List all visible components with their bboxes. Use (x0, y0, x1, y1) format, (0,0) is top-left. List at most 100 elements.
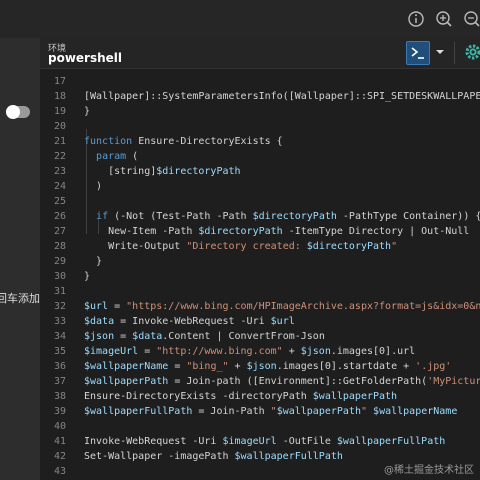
code-line: 39 $wallpaperFullPath = Join-Path "$wallp… (40, 404, 480, 419)
line-text: Set-Wallpaper -imagePath $wallpaperFullP… (84, 449, 343, 464)
code-token: param (96, 151, 127, 162)
code-token: $url (84, 301, 109, 312)
code-line: 35 $imageUrl = "http://www.bing.com" + $j… (40, 344, 480, 359)
line-text: if (-Not (Test-Path -Path $directoryPath… (84, 209, 480, 224)
code-line: 29 } (40, 254, 480, 269)
line-text: $wallpaperPath = Join-path ([Environment… (84, 374, 480, 389)
line-text: $imageUrl = "http://www.bing.com" + $jso… (84, 344, 415, 359)
code-line: 31 (40, 284, 480, 299)
code-line: 23 [string]$directoryPath (40, 164, 480, 179)
line-number: 42 (53, 451, 66, 462)
header-divider (454, 42, 455, 64)
line-number: 32 (53, 301, 66, 312)
code-line: 21 function Ensure-DirectoryExists { (40, 134, 480, 149)
line-text: [Wallpaper]::SystemParametersInfo([Wallp… (84, 89, 480, 104)
line-text: } (84, 269, 90, 284)
line-number: 37 (53, 376, 66, 387)
line-text: $wallpaperFullPath = Join-Path "$wallpap… (84, 404, 457, 419)
code-token: .Content | ConvertFrom-Json (162, 331, 325, 342)
gear-icon[interactable] (464, 43, 480, 61)
code-token: + (282, 346, 301, 357)
chevron-down-icon[interactable] (432, 44, 448, 60)
code-line: 41 Invoke-WebRequest -Uri $imageUrl -OutF… (40, 434, 480, 449)
code-token: Invoke-WebRequest -Uri (84, 436, 223, 447)
line-text: param ( (84, 149, 138, 164)
toggle-knob (6, 105, 20, 119)
language-label: powershell (48, 51, 123, 65)
code-line: 30} (40, 269, 480, 284)
line-text: [string]$directoryPath (84, 164, 240, 179)
code-token: $url (270, 316, 295, 327)
code-token: } (84, 106, 91, 117)
code-token: New-Item -Path (84, 226, 199, 237)
zoom-out-icon[interactable] (462, 9, 480, 29)
line-text: $wallpaperName = "bing_" + $json.images[… (84, 359, 451, 374)
line-number: 36 (53, 361, 66, 372)
code-line: 26 if (-Not (Test-Path -Path $directoryP… (40, 209, 480, 224)
code-token: $data (132, 331, 163, 342)
code-token: -OutFile (276, 436, 337, 447)
code-token: " (391, 241, 398, 252)
code-line: 17 (40, 74, 480, 89)
line-text: New-Item -Path $directoryPath -ItemType … (84, 224, 469, 239)
code-token: $directoryPath (252, 211, 337, 222)
code-line: 37 $wallpaperPath = Join-path ([Environme… (40, 374, 480, 389)
line-number: 18 (53, 91, 66, 102)
line-number: 29 (53, 256, 66, 267)
code-token: "https://www.bing.com/HPImageArchive.asp… (126, 301, 480, 312)
code-line: 18 [Wallpaper]::SystemParametersInfo([Wal… (40, 89, 480, 104)
line-number: 20 (53, 121, 66, 132)
code-line: 28 Write-Output "Directory created: $dir… (40, 239, 480, 254)
code-token: ( (126, 151, 139, 162)
zoom-in-icon[interactable] (434, 9, 454, 29)
code-token: "bing_" (186, 361, 229, 372)
code-token: $directoryPath (306, 241, 392, 252)
line-number: 28 (53, 241, 66, 252)
info-icon[interactable] (406, 9, 426, 29)
code-token: Write-Output (84, 241, 187, 252)
code-token: $wallpaperName (373, 406, 458, 417)
code-token: $json (84, 331, 115, 342)
code-line: 20 (40, 119, 480, 134)
line-number: 41 (53, 436, 66, 447)
line-number: 27 (53, 226, 66, 237)
line-number: 23 (53, 166, 66, 177)
line-number: 33 (53, 316, 66, 327)
line-number: 21 (53, 136, 66, 147)
code-token: $wallpaperName (84, 361, 169, 372)
line-text: $url = "https://www.bing.com/HPImageArch… (84, 299, 480, 314)
code-editor[interactable]: 环境 powershell 1718 [Wallpaper]::SystemPar… (40, 38, 480, 480)
code-token: [string] (84, 166, 157, 177)
code-line: 27 New-Item -Path $directoryPath -ItemTy… (40, 224, 480, 239)
code-token: -PathType Container)) { (336, 211, 480, 222)
line-text: $data = Invoke-WebRequest -Uri $url (84, 314, 295, 329)
code-token: $wallpaperFullPath (84, 406, 193, 417)
code-token: } (84, 256, 103, 267)
code-token: $imageUrl (222, 436, 277, 447)
code-token: = (108, 301, 127, 312)
code-line: 19} (40, 104, 480, 119)
editor-header: 环境 powershell (40, 38, 480, 69)
line-number: 22 (53, 151, 66, 162)
line-number: 19 (53, 106, 66, 117)
code-token: = (114, 331, 133, 342)
code-token: $wallpaperFullPath (234, 451, 343, 462)
code-token: = Join-path ([Environment]::GetFolderPat… (168, 376, 428, 387)
line-number: 39 (53, 406, 66, 417)
code-token: '.jpg' (415, 361, 452, 372)
code-token: = Join-Path (192, 406, 271, 417)
code-line: 24 ) (40, 179, 480, 194)
toggle-switch[interactable] (6, 105, 30, 119)
code-token: "http://www.bing.com" (156, 346, 283, 357)
code-token: $wallpaperPath (276, 406, 361, 417)
line-text: $json = $data.Content | ConvertFrom-Json (84, 329, 325, 344)
code-token: $wallpaperPath (84, 376, 169, 387)
code-token: ) (84, 181, 103, 192)
code-token: $directoryPath (198, 226, 283, 237)
powershell-button[interactable] (406, 41, 430, 65)
code-token: .images[0].startdate + (276, 361, 416, 372)
code-line: 32 $url = "https://www.bing.com/HPImageAr… (40, 299, 480, 314)
line-number: 25 (53, 196, 66, 207)
